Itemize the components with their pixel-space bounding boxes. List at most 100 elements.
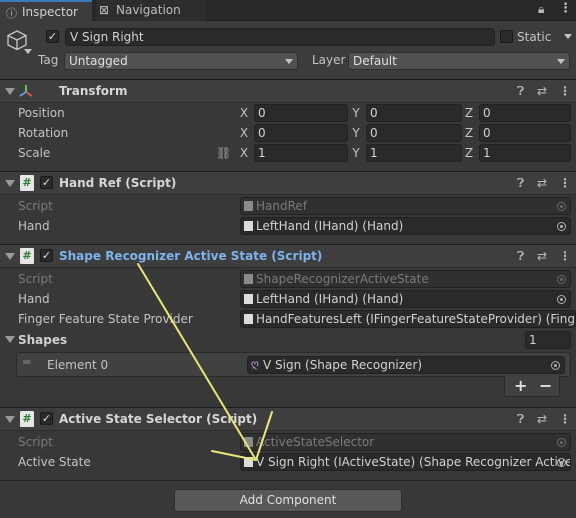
- list-footer: + −: [504, 375, 560, 397]
- shapes-label: Shapes: [18, 333, 68, 347]
- selector-script-field: ActiveStateSelector: [240, 433, 571, 451]
- shape-recognizer-header[interactable]: # ✓ Shape Recognizer Active State (Scrip…: [0, 244, 576, 268]
- static-dropdown-arrow[interactable]: [564, 34, 572, 39]
- rotation-label: Rotation: [18, 126, 69, 140]
- hand-ref-header[interactable]: # ✓ Hand Ref (Script) ❓︎ ⇄ ⋮: [0, 171, 576, 195]
- drag-handle-icon[interactable]: ═: [23, 355, 30, 369]
- rotation-z-field[interactable]: 0: [479, 124, 571, 142]
- help-icon[interactable]: ❓︎: [517, 172, 524, 194]
- active-state-label: Active State: [18, 455, 91, 469]
- gameobject-cube-icon: [7, 30, 27, 51]
- position-label: Position: [18, 106, 65, 120]
- object-picker-icon[interactable]: [557, 222, 566, 231]
- hand-label: Hand: [18, 219, 50, 233]
- object-picker-icon: [557, 438, 566, 447]
- static-label: Static: [517, 30, 552, 44]
- shapes-list: ═ Element 0 ღ V Sign (Shape Recognizer): [16, 352, 571, 377]
- chevron-down-icon: [285, 59, 293, 64]
- object-picker-icon[interactable]: [551, 361, 560, 370]
- script-label: Script: [18, 435, 53, 449]
- add-element-button[interactable]: +: [514, 376, 527, 396]
- transform-body: Position X 0 Y 0 Z 0 Rotation X 0 Y 0 Z …: [0, 103, 576, 171]
- preset-sliders-icon[interactable]: ⇄: [537, 80, 547, 102]
- position-z-field[interactable]: 0: [479, 104, 571, 122]
- foldout-arrow-icon[interactable]: [5, 88, 15, 95]
- axis-z-label: Z: [464, 146, 474, 160]
- script-file-icon: [244, 314, 253, 324]
- active-state-selector-header[interactable]: # ✓ Active State Selector (Script) ❓︎ ⇄ …: [0, 407, 576, 431]
- shape-recognizer-script-field: ShapeRecognizerActiveState: [240, 270, 571, 288]
- constrain-proportions-link-icon[interactable]: ⛓︎: [216, 146, 231, 160]
- hand-ref-script-value: HandRef: [256, 199, 308, 213]
- object-header: ✓ V Sign Right Static Tag Untagged Layer…: [0, 21, 576, 80]
- help-icon[interactable]: ❓︎: [517, 245, 524, 267]
- scale-x-field[interactable]: 1: [254, 144, 348, 162]
- object-picker-icon[interactable]: [557, 295, 566, 304]
- scale-y-field[interactable]: 1: [366, 144, 462, 162]
- shape-recognizer-title: Shape Recognizer Active State (Script): [59, 249, 323, 263]
- navigation-icon: ⊠: [99, 3, 110, 17]
- layer-dropdown[interactable]: Default: [348, 52, 570, 70]
- axis-z-label: Z: [464, 126, 474, 140]
- finger-feature-provider-field[interactable]: HandFeaturesLeft (IFingerFeatureStatePro…: [240, 310, 576, 328]
- object-picker-icon: [557, 275, 566, 284]
- preset-sliders-icon[interactable]: ⇄: [537, 408, 547, 430]
- shapes-foldout-arrow-icon[interactable]: [5, 336, 15, 343]
- help-icon[interactable]: ❓︎: [517, 80, 524, 102]
- shape-recognizer-script-value: ShapeRecognizerActiveState: [256, 272, 429, 286]
- foldout-arrow-icon[interactable]: [5, 416, 15, 423]
- more-options-icon[interactable]: ⋮: [559, 1, 572, 16]
- kebab-menu-icon[interactable]: ⋮: [559, 245, 571, 267]
- hand-ref-enabled-checkbox[interactable]: ✓: [40, 176, 53, 189]
- axis-x-label: X: [239, 126, 249, 140]
- element-0-field[interactable]: ღ V Sign (Shape Recognizer): [247, 356, 565, 374]
- kebab-menu-icon[interactable]: ⋮: [559, 172, 571, 194]
- active-state-field[interactable]: V Sign Right (IActiveState) (Shape Recog…: [240, 453, 571, 471]
- finger-feature-provider-value: HandFeaturesLeft (IFingerFeatureStatePro…: [256, 312, 575, 326]
- active-state-value: V Sign Right (IActiveState) (Shape Recog…: [256, 455, 571, 469]
- add-component-button[interactable]: Add Component: [174, 489, 402, 512]
- shapes-count-field[interactable]: 1: [525, 331, 571, 349]
- rotation-y-field[interactable]: 0: [366, 124, 462, 142]
- axis-x-label: X: [239, 106, 249, 120]
- static-checkbox[interactable]: [500, 30, 513, 43]
- hand-ref-hand-field[interactable]: LeftHand (IHand) (Hand): [240, 217, 571, 235]
- object-name-field[interactable]: V Sign Right: [65, 28, 495, 46]
- script-label: Script: [18, 199, 53, 213]
- kebab-menu-icon[interactable]: ⋮: [559, 80, 571, 102]
- hand-ref-title: Hand Ref (Script): [59, 176, 177, 190]
- tab-inspector[interactable]: ⓘ Inspector: [0, 0, 92, 21]
- scale-z-field[interactable]: 1: [479, 144, 571, 162]
- remove-element-button[interactable]: −: [539, 376, 552, 396]
- preset-sliders-icon[interactable]: ⇄: [537, 245, 547, 267]
- element-0-label: Element 0: [47, 358, 109, 372]
- tab-navigation[interactable]: ⊠ Navigation: [96, 0, 206, 21]
- active-state-selector-enabled-checkbox[interactable]: ✓: [40, 412, 53, 425]
- hand-ref-script-field: HandRef: [240, 197, 571, 215]
- tab-bar: ⓘ Inspector ⊠ Navigation 🔒︎ ⋮: [0, 0, 576, 21]
- foldout-arrow-icon[interactable]: [5, 253, 15, 260]
- tag-value: Untagged: [69, 54, 128, 68]
- position-x-field[interactable]: 0: [254, 104, 348, 122]
- axis-y-label: Y: [352, 126, 360, 140]
- shape-recognizer-hand-field[interactable]: LeftHand (IHand) (Hand): [240, 290, 571, 308]
- icon-dropdown-arrow[interactable]: [24, 49, 32, 54]
- kebab-menu-icon[interactable]: ⋮: [559, 408, 571, 430]
- shape-recognizer-asset-icon: ღ: [251, 359, 259, 370]
- script-label: Script: [18, 272, 53, 286]
- preset-sliders-icon[interactable]: ⇄: [537, 172, 547, 194]
- rotation-x-field[interactable]: 0: [254, 124, 348, 142]
- active-checkbox[interactable]: ✓: [46, 30, 59, 43]
- tag-dropdown[interactable]: Untagged: [64, 52, 298, 70]
- axis-z-label: Z: [464, 106, 474, 120]
- position-y-field[interactable]: 0: [366, 104, 462, 122]
- script-file-icon: [244, 221, 253, 231]
- script-file-icon: [244, 457, 253, 467]
- shape-recognizer-enabled-checkbox[interactable]: ✓: [40, 249, 53, 262]
- selector-script-value: ActiveStateSelector: [256, 435, 375, 449]
- foldout-arrow-icon[interactable]: [5, 180, 15, 187]
- transform-header[interactable]: Transform ❓︎ ⇄ ⋮: [0, 79, 576, 103]
- object-picker-icon[interactable]: [557, 458, 566, 467]
- lock-icon[interactable]: 🔒︎: [538, 2, 544, 17]
- help-icon[interactable]: ❓︎: [517, 408, 524, 430]
